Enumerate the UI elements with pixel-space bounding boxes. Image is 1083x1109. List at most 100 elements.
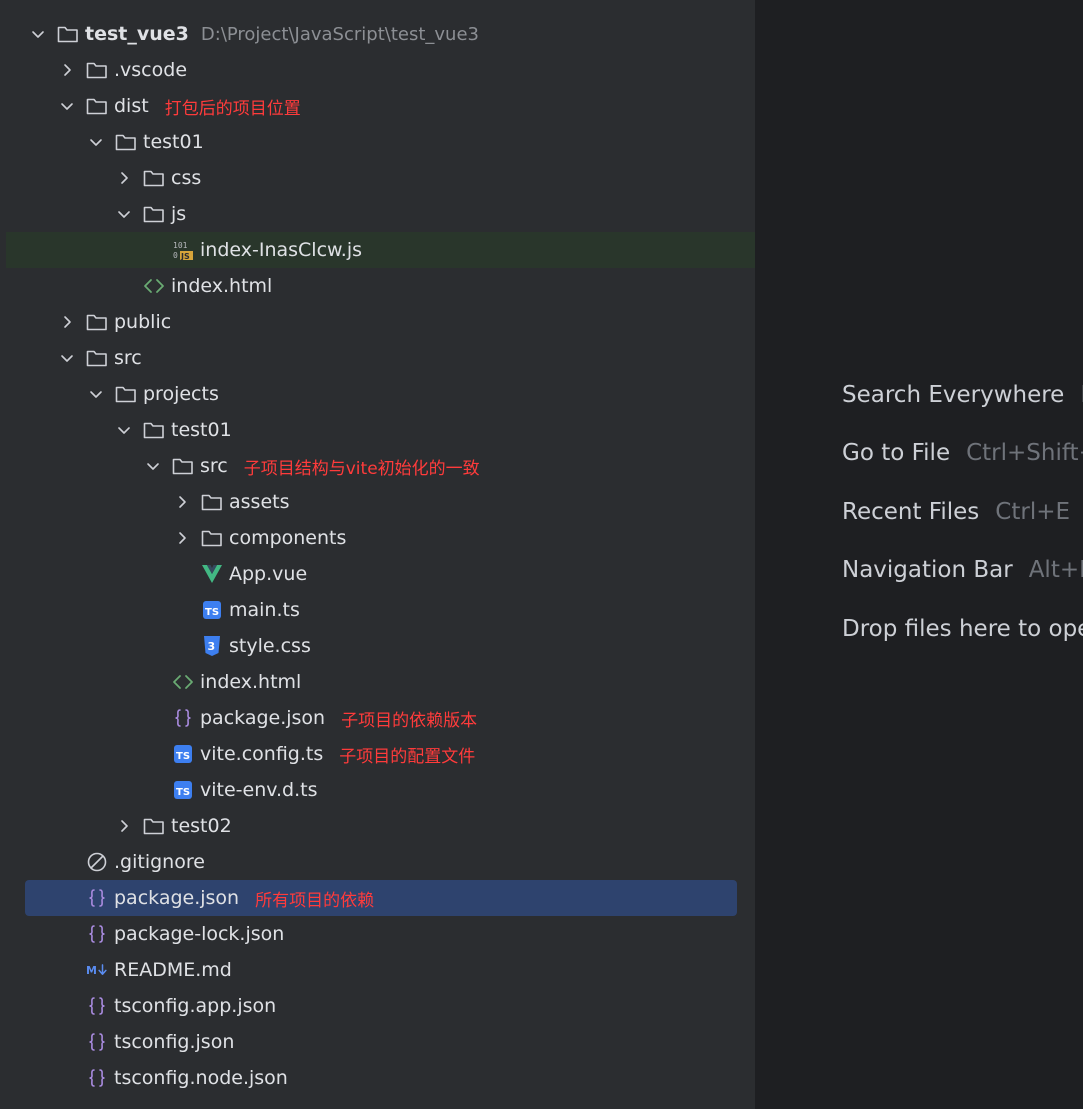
chevron-down-icon[interactable]	[58, 97, 76, 115]
svg-text:3: 3	[208, 640, 216, 653]
tree-row-css[interactable]: css	[0, 160, 755, 196]
typescript-icon: TS	[172, 743, 194, 765]
html-icon	[172, 671, 194, 693]
tree-item-name: README.md	[114, 959, 232, 981]
tree-row-dist[interactable]: dist 打包后的项目位置	[0, 88, 755, 124]
chevron-right-icon[interactable]	[173, 529, 191, 547]
folder-icon	[143, 203, 165, 225]
project-path: D:\Project\JavaScript\test_vue3	[200, 23, 479, 45]
folder-icon	[86, 95, 108, 117]
folder-icon	[86, 347, 108, 369]
chevron-down-icon[interactable]	[115, 421, 133, 439]
annotation-note: 子项目的依赖版本	[341, 710, 478, 731]
hint-recent-files: Recent Files Ctrl+E	[842, 497, 1070, 527]
tree-row-tsconfig-node[interactable]: tsconfig.node.json	[0, 1060, 755, 1096]
folder-icon	[143, 167, 165, 189]
folder-icon	[143, 419, 165, 441]
chevron-down-icon[interactable]	[29, 25, 47, 43]
tree-row-index-js[interactable]: 101 0 JS index-InasClcw.js	[6, 232, 755, 268]
json-icon	[86, 995, 108, 1017]
tree-row-root-package-json[interactable]: package.json 所有项目的依赖	[25, 880, 737, 916]
tree-row-vite-env[interactable]: TS vite-env.d.ts	[0, 772, 755, 808]
tree-item-name: index.html	[171, 275, 273, 297]
html-icon	[143, 275, 165, 297]
tree-item-name: src	[114, 347, 142, 369]
tree-item-name: package-lock.json	[114, 923, 285, 945]
tree-row-main-ts[interactable]: TS main.ts	[0, 592, 755, 628]
tree-row-gitignore[interactable]: .gitignore	[0, 844, 755, 880]
tree-item-name: css	[171, 167, 202, 189]
tree-row-js[interactable]: js	[0, 196, 755, 232]
chevron-down-icon[interactable]	[115, 205, 133, 223]
tree-row-projects[interactable]: projects	[0, 376, 755, 412]
json-icon	[86, 923, 108, 945]
tree-row-public[interactable]: public	[0, 304, 755, 340]
hint-drop-files: Drop files here to open them	[842, 614, 1083, 644]
chevron-right-icon[interactable]	[115, 817, 133, 835]
markdown-icon: M	[86, 959, 108, 981]
css-icon: 3	[201, 635, 223, 657]
folder-icon	[201, 527, 223, 549]
hint-label: Drop files here to open them	[842, 616, 1083, 642]
tree-row-app-vue[interactable]: App.vue	[0, 556, 755, 592]
tree-item-name: test01	[171, 419, 232, 441]
tree-row-vscode[interactable]: .vscode	[0, 52, 755, 88]
hint-go-to-file: Go to File Ctrl+Shift+N	[842, 438, 1083, 468]
tree-row-test02[interactable]: test02	[0, 808, 755, 844]
tree-row-src[interactable]: src	[0, 340, 755, 376]
tree-item-name: assets	[229, 491, 290, 513]
chevron-down-icon[interactable]	[58, 349, 76, 367]
ignore-icon	[86, 851, 108, 873]
tree-row-tsconfig[interactable]: tsconfig.json	[0, 1024, 755, 1060]
tree-row-proj-index-html[interactable]: index.html	[0, 664, 755, 700]
editor-empty-area: Search EverywhereDouble Shift Go to File C…	[756, 0, 1083, 1109]
chevron-right-icon[interactable]	[58, 313, 76, 331]
tree-row-style-css[interactable]: 3 style.css	[0, 628, 755, 664]
chevron-right-icon[interactable]	[58, 61, 76, 79]
tree-row-proj-package-json[interactable]: package.json 子项目的依赖版本	[0, 700, 755, 736]
tree-item-name: index.html	[200, 671, 302, 693]
tree-row-readme[interactable]: M README.md	[0, 952, 755, 988]
chevron-down-icon[interactable]	[87, 385, 105, 403]
annotation-note: 子项目的配置文件	[339, 746, 476, 767]
tree-item-name: js	[171, 203, 187, 225]
hint-label: Recent Files	[842, 499, 980, 525]
folder-icon	[115, 131, 137, 153]
tree-row-dist-index-html[interactable]: index.html	[0, 268, 755, 304]
project-tree-panel: test_vue3 D:\Project\JavaScript\test_vue3…	[0, 0, 755, 1109]
vue-icon	[201, 563, 223, 585]
tree-item-name: main.ts	[229, 599, 300, 621]
tree-item-name: projects	[143, 383, 219, 405]
folder-icon	[86, 59, 108, 81]
chevron-down-icon[interactable]	[87, 133, 105, 151]
tree-item-name: .vscode	[114, 59, 188, 81]
tree-item-name: .gitignore	[114, 851, 205, 873]
chevron-down-icon[interactable]	[144, 457, 162, 475]
tree-row-assets[interactable]: assets	[0, 484, 755, 520]
chevron-right-icon[interactable]	[173, 493, 191, 511]
tree-item-name: vite-env.d.ts	[200, 779, 318, 801]
tree-item-name: test_vue3	[85, 23, 189, 45]
tree-row-components[interactable]: components	[0, 520, 755, 556]
svg-text:JS: JS	[180, 252, 190, 261]
chevron-right-icon[interactable]	[115, 169, 133, 187]
tree-row-proj-src[interactable]: src 子项目结构与vite初始化的一致	[0, 448, 755, 484]
tree-row-proj-test01[interactable]: test01	[0, 412, 755, 448]
tree-row-vite-config[interactable]: TS vite.config.ts 子项目的配置文件	[0, 736, 755, 772]
tree-row-root[interactable]: test_vue3 D:\Project\JavaScript\test_vue3	[0, 16, 755, 52]
json-icon	[86, 1067, 108, 1089]
folder-icon	[172, 455, 194, 477]
tree-row-package-lock[interactable]: package-lock.json	[0, 916, 755, 952]
tree-row-tsconfig-app[interactable]: tsconfig.app.json	[0, 988, 755, 1024]
tree-row-dist-test01[interactable]: test01	[0, 124, 755, 160]
